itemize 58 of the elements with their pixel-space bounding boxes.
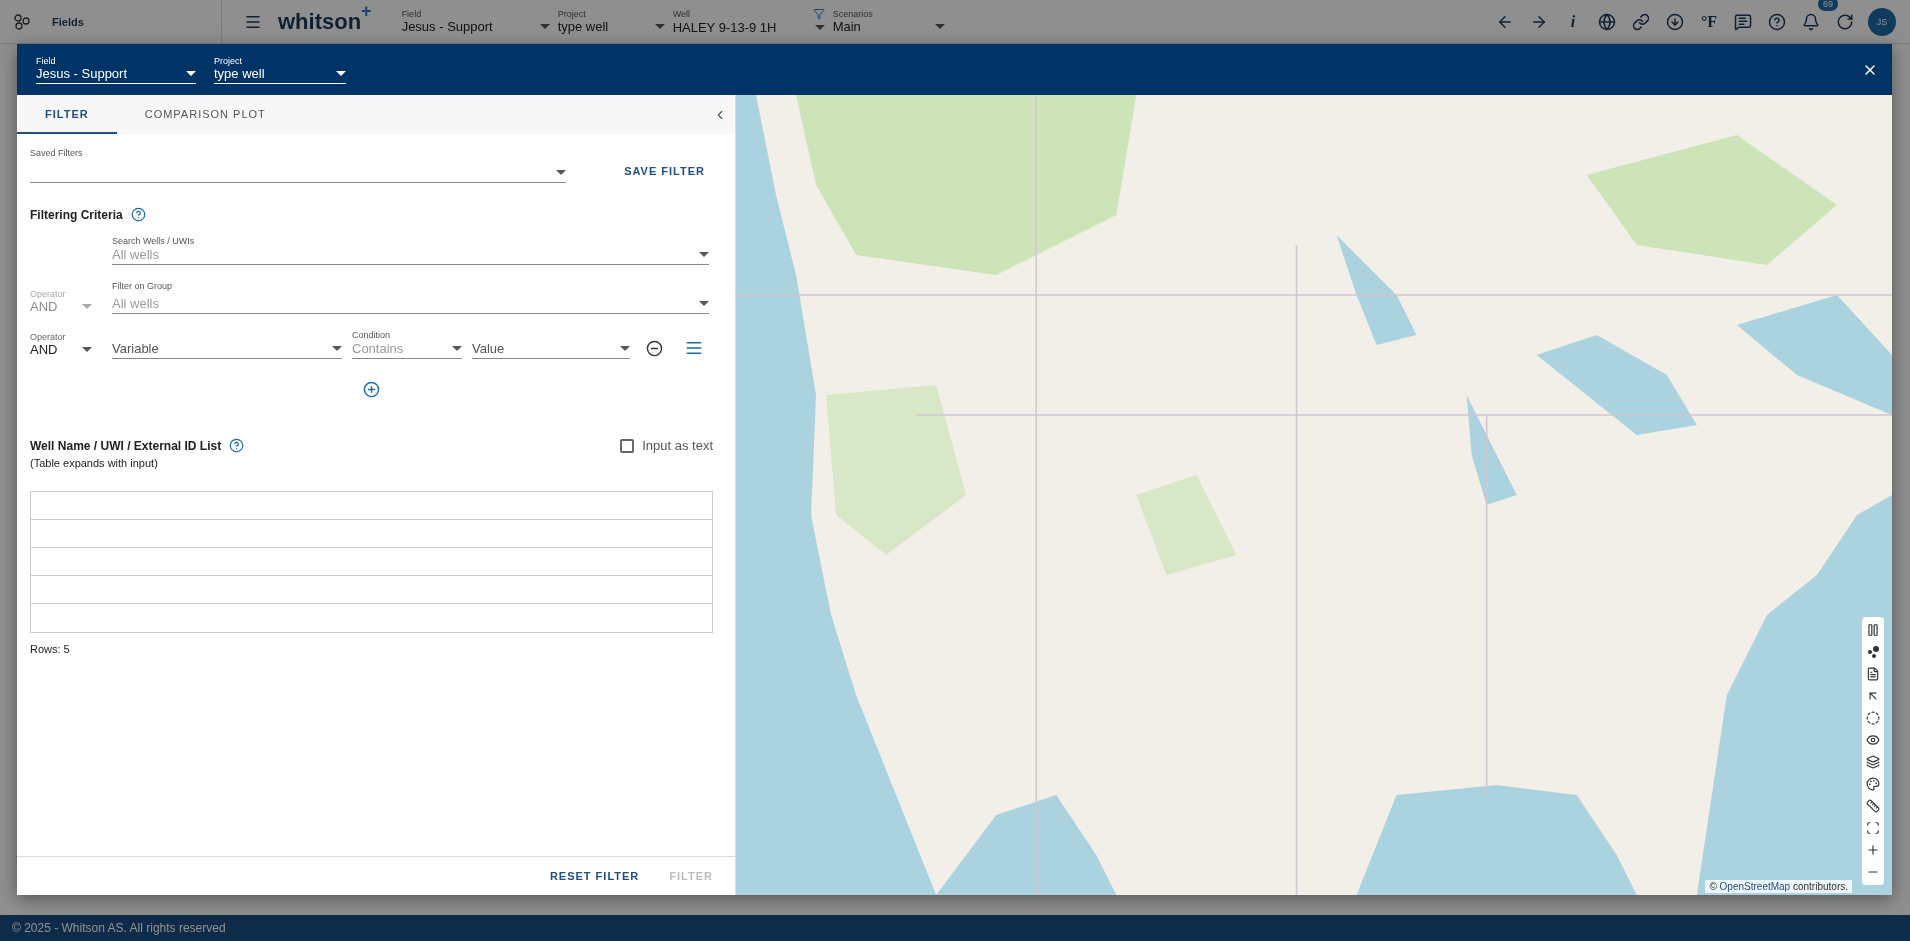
caret-icon	[814, 25, 825, 30]
caret-icon	[82, 304, 92, 309]
caret-icon	[332, 345, 342, 351]
value-select[interactable]: Value	[472, 340, 630, 359]
selector-label: Well	[672, 9, 690, 19]
group-select[interactable]: Filter on Group All wells	[112, 281, 709, 314]
table-note: (Table expands with input)	[30, 457, 159, 469]
caret-icon	[654, 24, 665, 29]
add-condition-icon[interactable]	[363, 381, 380, 398]
info-button[interactable]: i	[1562, 12, 1584, 31]
attribution-link[interactable]: OpenStreetMap	[1719, 881, 1791, 892]
caret-icon	[452, 345, 462, 351]
filter-icon[interactable]	[812, 8, 825, 20]
checkbox-label: Input as text	[642, 438, 713, 453]
selector-field[interactable]: HALEY 9-13-9 1H	[672, 20, 825, 35]
search-wells-select[interactable]: Search Wells / UWIs All wells	[112, 236, 709, 265]
save-filter-button[interactable]: SAVE FILTER	[616, 159, 713, 183]
notification-badge: 69	[1818, 0, 1838, 11]
map-attribution: © OpenStreetMap contributors.	[1705, 880, 1852, 893]
selector-field[interactable]: Jesus - Support	[401, 19, 550, 34]
caret-icon	[699, 251, 709, 257]
tab[interactable]: COMPARISON PLOT	[116, 95, 294, 134]
caret-icon	[934, 24, 945, 29]
caret-icon	[699, 300, 709, 306]
help-icon[interactable]	[130, 207, 146, 222]
copyright-footer: © 2025 - Whitson AS. All rights reserved	[0, 915, 1910, 941]
dialog-selector[interactable]: Field Jesus - Support	[36, 55, 196, 84]
caret-icon	[82, 347, 92, 352]
selector-label: Field	[401, 9, 422, 19]
operator-select[interactable]: Operator AND	[30, 330, 96, 359]
checkbox[interactable]	[620, 438, 635, 453]
logo: whitson+	[278, 8, 372, 35]
user-avatar[interactable]: JS	[1868, 7, 1896, 36]
section-title: Well Name / UWI / External ID List	[30, 438, 222, 453]
dialog-selector[interactable]: Project type well	[214, 55, 346, 84]
reset-filter-button[interactable]: RESET FILTER	[541, 864, 648, 888]
caret-icon	[620, 345, 630, 351]
selector-field[interactable]: type well	[557, 19, 665, 34]
variable-select[interactable]: Variable	[112, 340, 342, 359]
saved-filters-select[interactable]: Saved Filters	[30, 148, 567, 183]
row-count: Rows: 5	[30, 643, 71, 655]
lines-icon[interactable]	[685, 339, 703, 357]
caret-icon	[539, 24, 550, 29]
selector-label: Project	[557, 9, 586, 19]
bell-icon[interactable]	[1802, 12, 1820, 31]
section-title: Filtering Criteria	[30, 207, 123, 222]
help-icon[interactable]	[229, 438, 245, 453]
caret-icon	[336, 70, 346, 76]
remove-icon[interactable]	[646, 340, 663, 357]
apps-icon[interactable]	[14, 13, 30, 30]
selector-label: Scenarios	[832, 9, 873, 19]
selector-field[interactable]: Main	[832, 19, 945, 34]
caret-icon	[186, 70, 196, 76]
tab[interactable]: FILTER	[17, 95, 117, 134]
caret-icon	[556, 169, 567, 175]
document-icon[interactable]	[1864, 665, 1882, 683]
unit-button[interactable]: °F	[1698, 12, 1720, 31]
sidebar-title: Fields	[52, 15, 84, 28]
